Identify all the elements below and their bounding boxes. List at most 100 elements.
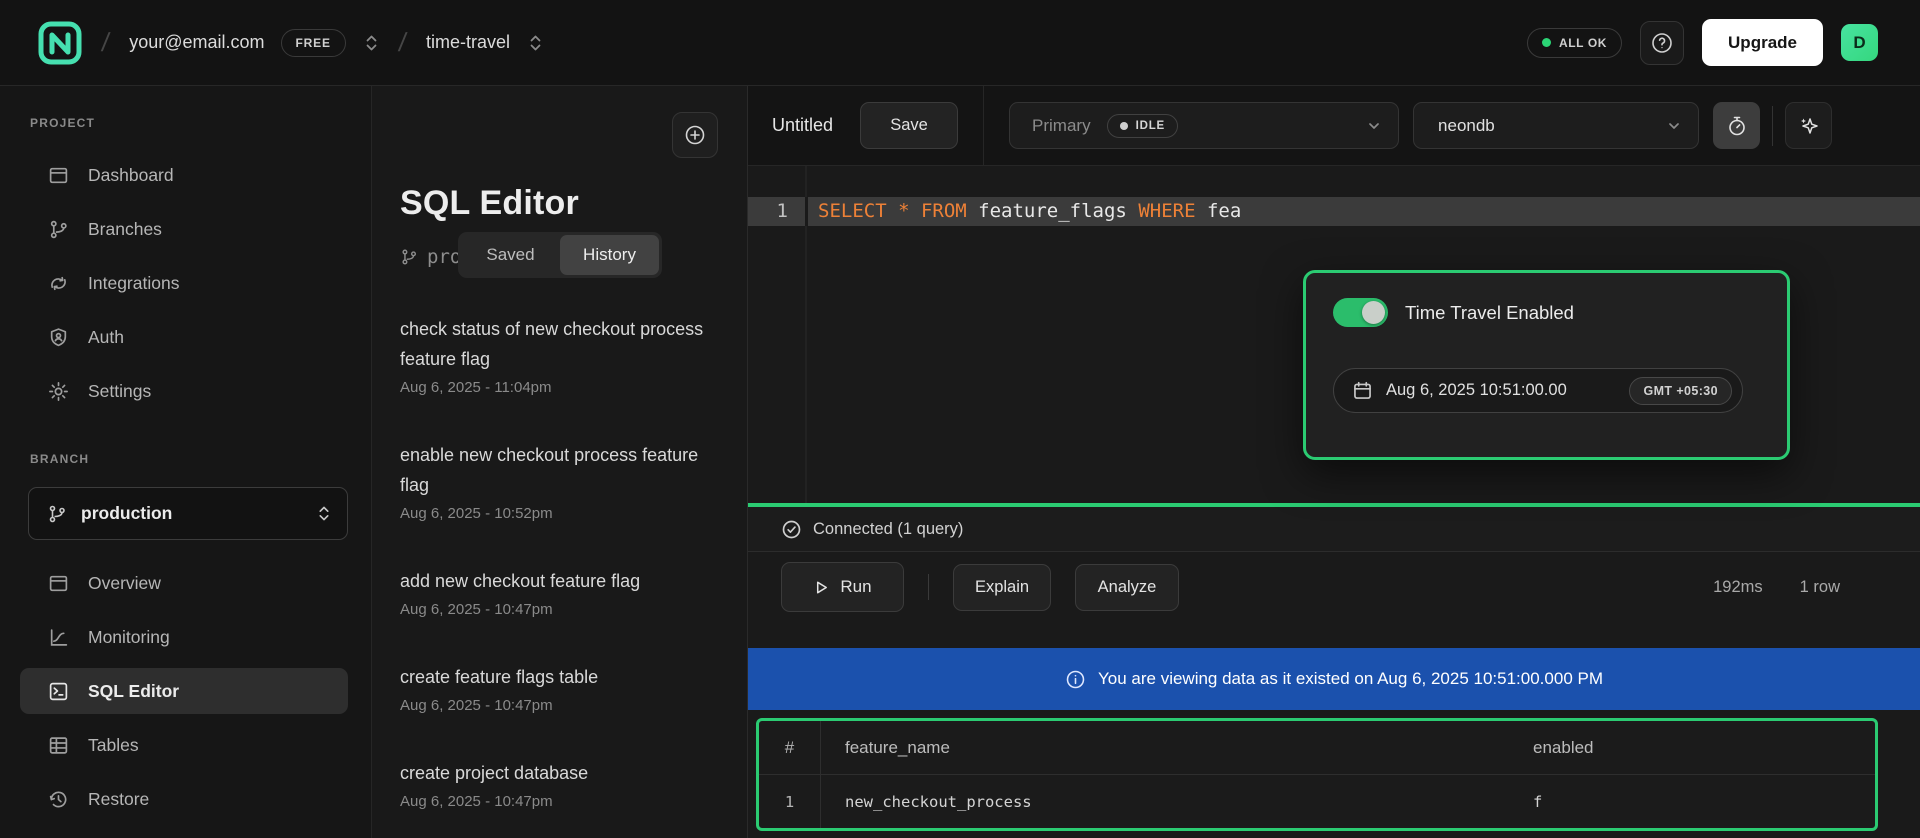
sidebar-item-label: Dashboard xyxy=(88,165,174,186)
history-list: check status of new checkout process fea… xyxy=(400,314,722,838)
sidebar-item-integrations[interactable]: Integrations xyxy=(0,256,372,310)
help-button[interactable] xyxy=(1640,21,1684,65)
sql-identifier: fea xyxy=(1207,200,1241,222)
results-table-header: # feature_name enabled xyxy=(759,721,1875,775)
query-stats: 192ms 1 row xyxy=(1713,578,1840,597)
database-name: neondb xyxy=(1438,116,1495,136)
sidebar-item-label: Restore xyxy=(88,789,149,810)
history-item-title: add new checkout feature flag xyxy=(400,566,722,596)
topbar-actions: ALL OK Upgrade D xyxy=(1527,19,1878,66)
history-item-timestamp: Aug 6, 2025 - 10:47pm xyxy=(400,697,722,714)
time-travel-info-banner: You are viewing data as it existed on Au… xyxy=(748,648,1920,710)
tab-history[interactable]: History xyxy=(560,235,659,275)
sidebar-item-auth[interactable]: Auth xyxy=(0,310,372,364)
project-name[interactable]: time-travel xyxy=(426,32,510,53)
neon-logo-icon[interactable] xyxy=(38,21,82,65)
history-item[interactable]: create feature flags table Aug 6, 2025 -… xyxy=(400,662,722,714)
query-row-count: 1 row xyxy=(1800,578,1840,597)
sidebar-item-branches[interactable]: Branches xyxy=(0,202,372,256)
play-icon xyxy=(813,579,830,596)
time-travel-button[interactable] xyxy=(1713,102,1760,149)
calendar-icon xyxy=(1352,380,1373,401)
sidebar-item-overview[interactable]: Overview xyxy=(0,556,372,610)
compute-name: Primary xyxy=(1032,116,1091,136)
explain-button[interactable]: Explain xyxy=(953,564,1051,611)
plus-circle-icon xyxy=(683,123,707,147)
sidebar-item-label: Auth xyxy=(88,327,124,348)
chevron-down-icon xyxy=(1666,118,1682,134)
time-travel-datetime-field[interactable]: Aug 6, 2025 10:51:00.00 GMT +05:30 xyxy=(1333,368,1743,413)
line-number: 1 xyxy=(748,197,805,226)
sidebar-item-sql-editor[interactable]: SQL Editor xyxy=(0,664,372,718)
header-divider xyxy=(1772,106,1773,146)
sidebar-item-label: SQL Editor xyxy=(88,681,179,702)
sidebar-item-monitoring[interactable]: Monitoring xyxy=(0,610,372,664)
project-nav: Dashboard Branches Integrations Auth Set… xyxy=(0,148,372,418)
new-query-button[interactable] xyxy=(672,112,718,158)
user-avatar[interactable]: D xyxy=(1841,24,1878,61)
history-item-title: create feature flags table xyxy=(400,662,722,692)
sidebar-item-label: Overview xyxy=(88,573,161,594)
toolbar-divider xyxy=(928,574,929,600)
status-pill[interactable]: ALL OK xyxy=(1527,28,1622,58)
time-travel-toggle[interactable] xyxy=(1333,298,1388,327)
branch-selector[interactable]: production xyxy=(28,487,348,540)
column-header-enabled: enabled xyxy=(1533,738,1875,758)
status-pill-label: ALL OK xyxy=(1559,36,1607,50)
analyze-button[interactable]: Analyze xyxy=(1075,564,1179,611)
history-item-timestamp: Aug 6, 2025 - 10:52pm xyxy=(400,505,722,522)
history-item[interactable]: create project database Aug 6, 2025 - 10… xyxy=(400,758,722,810)
table-row[interactable]: 1 new_checkout_process f xyxy=(759,775,1875,829)
sidebar-item-restore[interactable]: Restore xyxy=(0,772,372,826)
connection-status-bar: Connected (1 query) xyxy=(748,507,1920,552)
time-travel-toggle-row: Time Travel Enabled xyxy=(1333,298,1760,327)
restore-history-icon xyxy=(48,789,69,810)
integrations-icon xyxy=(48,273,69,294)
branch-selector-value: production xyxy=(81,503,303,524)
history-item[interactable]: enable new checkout process feature flag… xyxy=(400,440,722,522)
ai-assist-button[interactable] xyxy=(1785,102,1832,149)
toggle-knob xyxy=(1362,301,1385,324)
project-switcher-chevron-icon[interactable] xyxy=(528,33,543,53)
run-button[interactable]: Run xyxy=(781,562,904,612)
sidebar-item-label: Settings xyxy=(88,381,151,402)
sql-keyword: SELECT * FROM xyxy=(818,200,978,222)
code-line-1[interactable]: 1 SELECT * FROM feature_flags WHERE fea xyxy=(748,197,1920,226)
query-tab-title[interactable]: Untitled xyxy=(772,115,833,136)
run-button-label: Run xyxy=(840,577,871,597)
history-item[interactable]: add new checkout feature flag Aug 6, 202… xyxy=(400,566,722,618)
chevron-updown-icon xyxy=(317,504,331,523)
sidebar-item-label: Monitoring xyxy=(88,627,170,648)
dashboard-icon xyxy=(48,165,69,186)
upgrade-button[interactable]: Upgrade xyxy=(1702,19,1823,66)
time-travel-toggle-label: Time Travel Enabled xyxy=(1405,302,1574,324)
save-button[interactable]: Save xyxy=(860,102,958,149)
sidebar-item-label: Tables xyxy=(88,735,139,756)
check-circle-icon xyxy=(781,519,802,540)
compute-selector[interactable]: Primary IDLE xyxy=(1009,102,1399,149)
history-item[interactable]: check status of new checkout process fea… xyxy=(400,314,722,396)
sidebar-item-settings[interactable]: Settings xyxy=(0,364,372,418)
database-selector[interactable]: neondb xyxy=(1413,102,1699,149)
history-item-title: create project database xyxy=(400,758,722,788)
timezone-badge: GMT +05:30 xyxy=(1629,377,1732,405)
code-text[interactable]: SELECT * FROM feature_flags WHERE fea xyxy=(808,197,1920,226)
sidebar-item-label: Branches xyxy=(88,219,162,240)
sidebar-item-label: Integrations xyxy=(88,273,179,294)
account-email[interactable]: your@email.com xyxy=(129,32,264,53)
plan-badge: FREE xyxy=(281,29,346,57)
sidebar-item-dashboard[interactable]: Dashboard xyxy=(0,148,372,202)
info-circle-icon xyxy=(1065,669,1086,690)
history-item-timestamp: Aug 6, 2025 - 10:47pm xyxy=(400,601,722,618)
overview-icon xyxy=(48,573,69,594)
sidebar-item-tables[interactable]: Tables xyxy=(0,718,372,772)
tab-saved[interactable]: Saved xyxy=(461,235,560,275)
sql-code-editor[interactable]: 1 SELECT * FROM feature_flags WHERE fea … xyxy=(748,166,1920,503)
git-branch-icon xyxy=(47,504,67,524)
sql-keyword: WHERE xyxy=(1138,200,1207,222)
history-item-title: enable new checkout process feature flag xyxy=(400,440,722,500)
git-branch-icon xyxy=(400,248,418,266)
sql-editor-icon xyxy=(48,681,69,702)
account-switcher-chevron-icon[interactable] xyxy=(364,33,379,53)
auth-shield-icon xyxy=(48,327,69,348)
